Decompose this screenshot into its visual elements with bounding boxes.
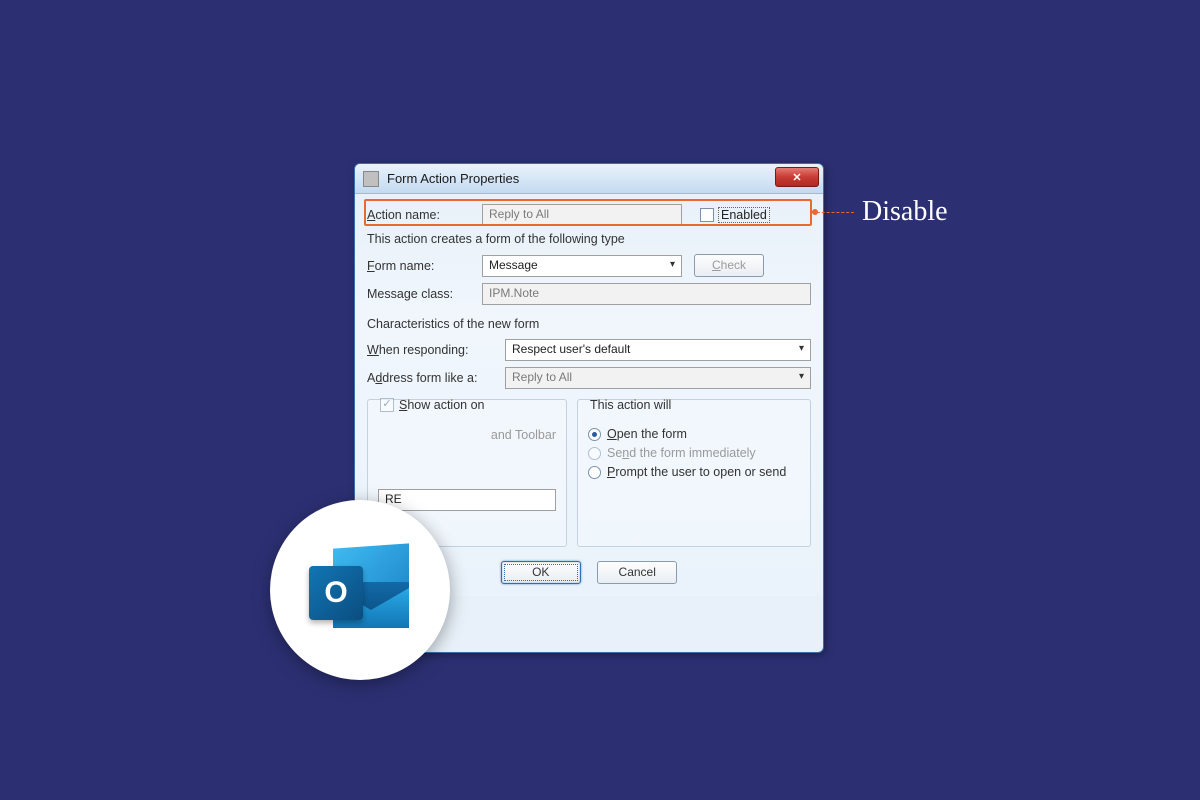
close-icon: ✕ <box>792 171 801 184</box>
prompt-radio-line[interactable]: Prompt the user to open or send <box>588 465 800 479</box>
send-immediately-radio-line[interactable]: Send the form immediately <box>588 446 800 460</box>
action-name-input[interactable]: Reply to All <box>482 204 682 226</box>
outlook-badge: O <box>270 500 450 680</box>
show-action-legend: Show action on <box>376 398 488 412</box>
app-icon <box>363 171 379 187</box>
groupboxes: Show action on and Toolbar RE This actio… <box>367 399 811 547</box>
creates-text: This action creates a form of the follow… <box>367 232 811 246</box>
outlook-icon: O <box>305 540 415 640</box>
menu-toolbar-line: and Toolbar <box>378 428 556 442</box>
cancel-button[interactable]: Cancel <box>597 561 677 584</box>
prefix-input[interactable]: RE <box>378 489 556 511</box>
message-class-label: Message class: <box>367 287 482 301</box>
characteristics-text: Characteristics of the new form <box>367 317 811 331</box>
callout-line <box>812 212 854 213</box>
action-name-label: Action name: <box>367 208 482 222</box>
check-button[interactable]: Check <box>694 254 764 277</box>
open-form-radio-line[interactable]: Open the form <box>588 427 800 441</box>
prefix-row: RE <box>378 489 556 511</box>
message-class-row: Message class: IPM.Note <box>367 283 811 305</box>
enabled-checkbox[interactable] <box>700 208 714 222</box>
this-action-group: This action will Open the form Send the … <box>577 399 811 547</box>
enabled-label: Enabled <box>718 207 770 223</box>
when-responding-row: When responding: Respect user's default <box>367 339 811 361</box>
address-like-dropdown[interactable]: Reply to All <box>505 367 811 389</box>
form-name-label: Form name: <box>367 259 482 273</box>
form-name-dropdown[interactable]: Message <box>482 255 682 277</box>
message-class-input: IPM.Note <box>482 283 811 305</box>
ok-button[interactable]: OK <box>501 561 581 584</box>
open-form-radio[interactable] <box>588 428 601 441</box>
send-immediately-radio[interactable] <box>588 447 601 460</box>
form-name-row: Form name: Message Check <box>367 254 811 277</box>
action-name-row: Action name: Reply to All Enabled <box>367 204 811 226</box>
menu-toolbar-label: and Toolbar <box>491 428 556 442</box>
outlook-letter: O <box>309 566 363 620</box>
callout-text: Disable <box>862 196 948 228</box>
prompt-radio[interactable] <box>588 466 601 479</box>
titlebar[interactable]: Form Action Properties ✕ <box>355 164 823 194</box>
when-responding-label: When responding: <box>367 343 505 357</box>
dialog-title: Form Action Properties <box>387 171 519 186</box>
this-action-legend: This action will <box>586 398 675 412</box>
address-like-label: Address form like a: <box>367 371 505 385</box>
address-like-row: Address form like a: Reply to All <box>367 367 811 389</box>
close-button[interactable]: ✕ <box>775 167 819 187</box>
show-action-checkbox[interactable] <box>380 398 394 412</box>
when-responding-dropdown[interactable]: Respect user's default <box>505 339 811 361</box>
